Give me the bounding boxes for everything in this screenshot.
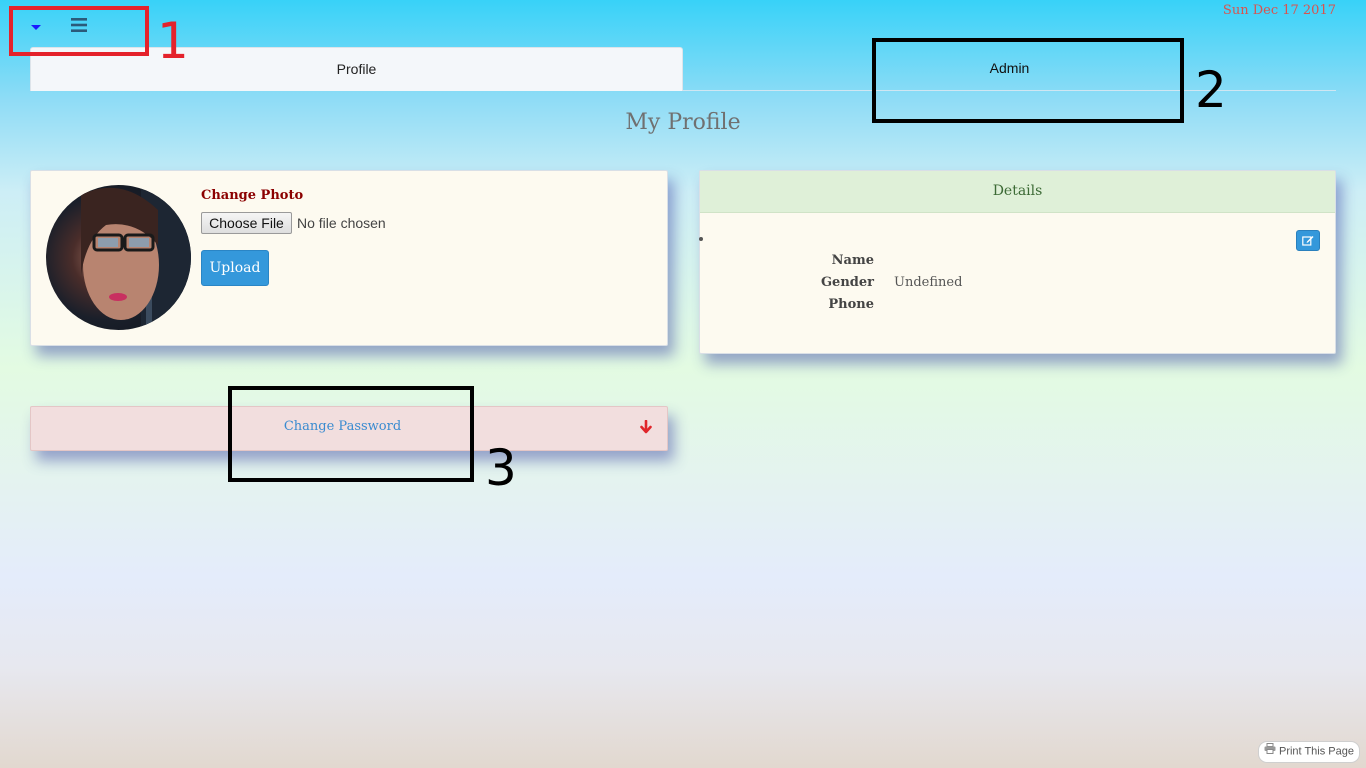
bullet-dot xyxy=(699,237,703,241)
gender-label: Gender xyxy=(820,275,874,290)
print-page-label: Print This Page xyxy=(1278,745,1354,758)
printer-icon xyxy=(1264,742,1276,761)
avatar xyxy=(46,185,191,330)
gender-value: Undefined xyxy=(894,275,963,290)
annotation-box-1 xyxy=(9,6,149,56)
file-status-text: No file chosen xyxy=(297,215,386,231)
current-date: Sun Dec 17 2017 xyxy=(1222,3,1336,18)
name-label: Name xyxy=(831,253,874,268)
print-page-button[interactable]: Print This Page xyxy=(1257,741,1360,763)
annotation-number-2: 2 xyxy=(1195,61,1227,119)
edit-icon xyxy=(1302,236,1314,246)
annotation-box-3 xyxy=(228,386,474,482)
upload-button[interactable]: Upload xyxy=(201,250,269,286)
arrow-down-icon[interactable] xyxy=(639,420,653,434)
annotation-number-3: 3 xyxy=(485,439,517,497)
change-photo-label: Change Photo xyxy=(201,188,304,203)
details-header: Details xyxy=(700,171,1335,213)
edit-button[interactable] xyxy=(1296,230,1320,251)
choose-file-button[interactable]: Choose File xyxy=(201,212,292,234)
annotation-number-1: 1 xyxy=(157,12,189,70)
annotation-box-2 xyxy=(872,38,1184,123)
phone-label: Phone xyxy=(828,297,874,312)
